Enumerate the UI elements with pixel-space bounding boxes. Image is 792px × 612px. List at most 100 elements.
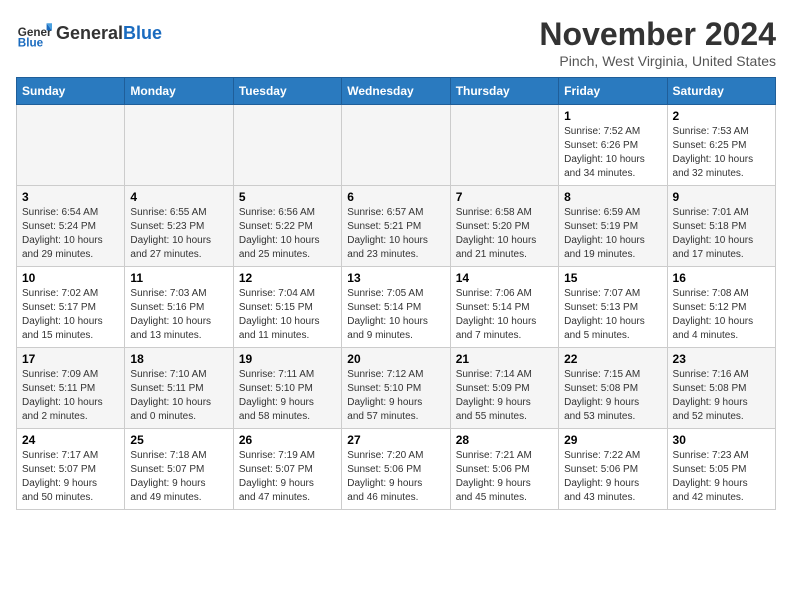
calendar-cell: 26 Sunrise: 7:19 AM Sunset: 5:07 PM Dayli… — [233, 429, 341, 510]
day-info: Sunrise: 7:15 AM Sunset: 5:08 PM Dayligh… — [564, 368, 661, 424]
day-info: Sunrise: 7:11 AM Sunset: 5:10 PM Dayligh… — [239, 368, 336, 424]
day-number: 20 — [347, 352, 444, 366]
calendar-cell: 16 Sunrise: 7:08 AM Sunset: 5:12 PM Dayli… — [667, 267, 775, 348]
day-number: 30 — [673, 433, 770, 447]
weekday-header-friday: Friday — [559, 78, 667, 105]
day-number: 12 — [239, 271, 336, 285]
day-number: 23 — [673, 352, 770, 366]
location-subtitle: Pinch, West Virginia, United States — [539, 53, 776, 69]
day-number: 28 — [456, 433, 553, 447]
calendar-cell: 20 Sunrise: 7:12 AM Sunset: 5:10 PM Dayli… — [342, 348, 450, 429]
weekday-header-thursday: Thursday — [450, 78, 558, 105]
calendar-cell: 19Sunrise: 7:11 AM Sunset: 5:10 PM Dayli… — [233, 348, 341, 429]
logo-general-text: General — [56, 23, 123, 43]
day-number: 13 — [347, 271, 444, 285]
svg-text:Blue: Blue — [18, 37, 44, 50]
day-info: Sunrise: 7:52 AM Sunset: 6:26 PM Dayligh… — [564, 125, 661, 181]
day-info: Sunrise: 6:58 AM Sunset: 5:20 PM Dayligh… — [456, 206, 553, 262]
weekday-header-sunday: Sunday — [17, 78, 125, 105]
calendar-cell: 6 Sunrise: 6:57 AM Sunset: 5:21 PM Daylig… — [342, 186, 450, 267]
day-number: 21 — [456, 352, 553, 366]
day-number: 2 — [673, 109, 770, 123]
day-info: Sunrise: 7:19 AM Sunset: 5:07 PM Dayligh… — [239, 449, 336, 505]
day-number: 17 — [22, 352, 119, 366]
day-info: Sunrise: 6:56 AM Sunset: 5:22 PM Dayligh… — [239, 206, 336, 262]
day-info: Sunrise: 6:57 AM Sunset: 5:21 PM Dayligh… — [347, 206, 444, 262]
day-info: Sunrise: 7:17 AM Sunset: 5:07 PM Dayligh… — [22, 449, 119, 505]
calendar-cell — [125, 105, 233, 186]
day-info: Sunrise: 7:14 AM Sunset: 5:09 PM Dayligh… — [456, 368, 553, 424]
weekday-header-monday: Monday — [125, 78, 233, 105]
calendar-week-row: 1 Sunrise: 7:52 AM Sunset: 6:26 PM Daylig… — [17, 105, 776, 186]
calendar-week-row: 24 Sunrise: 7:17 AM Sunset: 5:07 PM Dayli… — [17, 429, 776, 510]
calendar-cell: 10Sunrise: 7:02 AM Sunset: 5:17 PM Dayli… — [17, 267, 125, 348]
calendar-table: SundayMondayTuesdayWednesdayThursdayFrid… — [16, 77, 776, 510]
weekday-header-row: SundayMondayTuesdayWednesdayThursdayFrid… — [17, 78, 776, 105]
day-info: Sunrise: 7:08 AM Sunset: 5:12 PM Dayligh… — [673, 287, 770, 343]
logo-icon: General Blue — [16, 16, 52, 52]
day-number: 26 — [239, 433, 336, 447]
day-number: 16 — [673, 271, 770, 285]
calendar-cell: 5 Sunrise: 6:56 AM Sunset: 5:22 PM Daylig… — [233, 186, 341, 267]
calendar-cell: 8 Sunrise: 6:59 AM Sunset: 5:19 PM Daylig… — [559, 186, 667, 267]
calendar-cell: 11 Sunrise: 7:03 AM Sunset: 5:16 PM Dayli… — [125, 267, 233, 348]
day-info: Sunrise: 6:59 AM Sunset: 5:19 PM Dayligh… — [564, 206, 661, 262]
calendar-cell: 27 Sunrise: 7:20 AM Sunset: 5:06 PM Dayli… — [342, 429, 450, 510]
page-header: General Blue GeneralBlue November 2024 P… — [16, 16, 776, 69]
day-info: Sunrise: 7:16 AM Sunset: 5:08 PM Dayligh… — [673, 368, 770, 424]
calendar-cell: 3 Sunrise: 6:54 AM Sunset: 5:24 PM Daylig… — [17, 186, 125, 267]
calendar-cell: 30 Sunrise: 7:23 AM Sunset: 5:05 PM Dayli… — [667, 429, 775, 510]
calendar-week-row: 3 Sunrise: 6:54 AM Sunset: 5:24 PM Daylig… — [17, 186, 776, 267]
weekday-header-wednesday: Wednesday — [342, 78, 450, 105]
day-number: 1 — [564, 109, 661, 123]
calendar-cell: 15 Sunrise: 7:07 AM Sunset: 5:13 PM Dayli… — [559, 267, 667, 348]
day-number: 11 — [130, 271, 227, 285]
day-number: 15 — [564, 271, 661, 285]
day-info: Sunrise: 6:55 AM Sunset: 5:23 PM Dayligh… — [130, 206, 227, 262]
day-info: Sunrise: 7:03 AM Sunset: 5:16 PM Dayligh… — [130, 287, 227, 343]
title-area: November 2024 Pinch, West Virginia, Unit… — [539, 16, 776, 69]
day-info: Sunrise: 7:22 AM Sunset: 5:06 PM Dayligh… — [564, 449, 661, 505]
day-number: 10 — [22, 271, 119, 285]
day-number: 18 — [130, 352, 227, 366]
calendar-cell: 9Sunrise: 7:01 AM Sunset: 5:18 PM Daylig… — [667, 186, 775, 267]
calendar-cell: 13 Sunrise: 7:05 AM Sunset: 5:14 PM Dayli… — [342, 267, 450, 348]
day-info: Sunrise: 7:04 AM Sunset: 5:15 PM Dayligh… — [239, 287, 336, 343]
day-info: Sunrise: 7:10 AM Sunset: 5:11 PM Dayligh… — [130, 368, 227, 424]
day-number: 8 — [564, 190, 661, 204]
day-info: Sunrise: 7:05 AM Sunset: 5:14 PM Dayligh… — [347, 287, 444, 343]
calendar-week-row: 17 Sunrise: 7:09 AM Sunset: 5:11 PM Dayli… — [17, 348, 776, 429]
day-number: 22 — [564, 352, 661, 366]
day-info: Sunrise: 7:18 AM Sunset: 5:07 PM Dayligh… — [130, 449, 227, 505]
day-number: 6 — [347, 190, 444, 204]
day-info: Sunrise: 7:23 AM Sunset: 5:05 PM Dayligh… — [673, 449, 770, 505]
calendar-cell: 14 Sunrise: 7:06 AM Sunset: 5:14 PM Dayli… — [450, 267, 558, 348]
day-number: 14 — [456, 271, 553, 285]
day-info: Sunrise: 7:21 AM Sunset: 5:06 PM Dayligh… — [456, 449, 553, 505]
logo-blue-text: Blue — [123, 23, 162, 43]
calendar-cell — [233, 105, 341, 186]
day-number: 24 — [22, 433, 119, 447]
calendar-cell: 28 Sunrise: 7:21 AM Sunset: 5:06 PM Dayli… — [450, 429, 558, 510]
weekday-header-saturday: Saturday — [667, 78, 775, 105]
month-title: November 2024 — [539, 16, 776, 53]
day-info: Sunrise: 7:07 AM Sunset: 5:13 PM Dayligh… — [564, 287, 661, 343]
calendar-cell: 23 Sunrise: 7:16 AM Sunset: 5:08 PM Dayli… — [667, 348, 775, 429]
day-info: Sunrise: 6:54 AM Sunset: 5:24 PM Dayligh… — [22, 206, 119, 262]
calendar-cell: 29Sunrise: 7:22 AM Sunset: 5:06 PM Dayli… — [559, 429, 667, 510]
calendar-cell — [342, 105, 450, 186]
day-number: 7 — [456, 190, 553, 204]
calendar-cell: 4 Sunrise: 6:55 AM Sunset: 5:23 PM Daylig… — [125, 186, 233, 267]
calendar-cell: 1 Sunrise: 7:52 AM Sunset: 6:26 PM Daylig… — [559, 105, 667, 186]
day-info: Sunrise: 7:12 AM Sunset: 5:10 PM Dayligh… — [347, 368, 444, 424]
weekday-header-tuesday: Tuesday — [233, 78, 341, 105]
day-number: 3 — [22, 190, 119, 204]
calendar-cell: 25Sunrise: 7:18 AM Sunset: 5:07 PM Dayli… — [125, 429, 233, 510]
day-info: Sunrise: 7:09 AM Sunset: 5:11 PM Dayligh… — [22, 368, 119, 424]
calendar-cell: 2Sunrise: 7:53 AM Sunset: 6:25 PM Daylig… — [667, 105, 775, 186]
day-number: 27 — [347, 433, 444, 447]
day-number: 5 — [239, 190, 336, 204]
day-info: Sunrise: 7:20 AM Sunset: 5:06 PM Dayligh… — [347, 449, 444, 505]
day-info: Sunrise: 7:06 AM Sunset: 5:14 PM Dayligh… — [456, 287, 553, 343]
day-number: 4 — [130, 190, 227, 204]
